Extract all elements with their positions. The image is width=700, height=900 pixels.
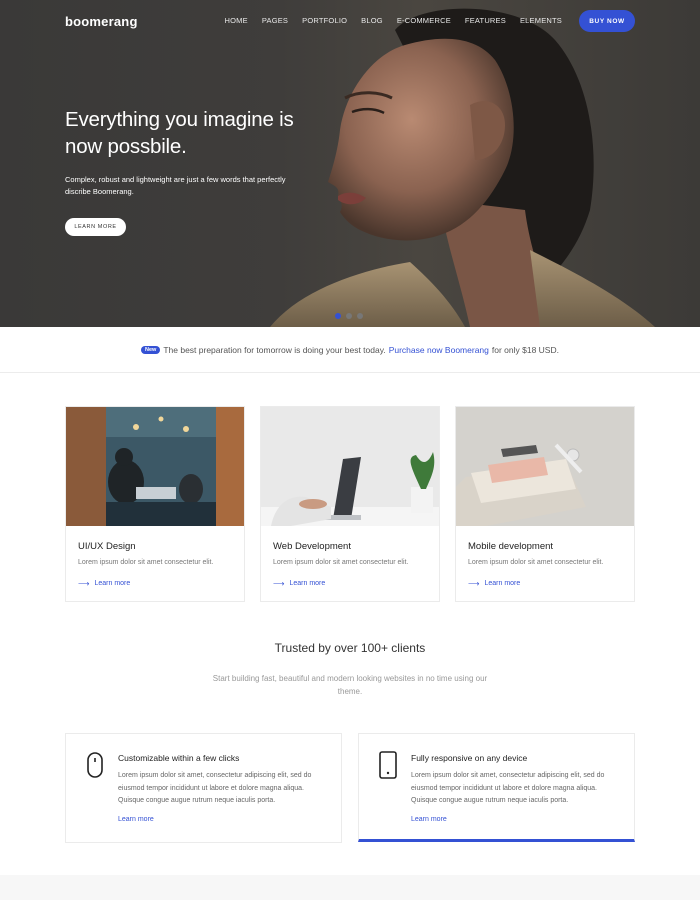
slider-dot[interactable] bbox=[346, 313, 352, 319]
feature-learn-more-link[interactable]: Learn more bbox=[118, 816, 154, 823]
nav-item-portfolio[interactable]: PORTFOLIO bbox=[302, 16, 347, 25]
hero-section: boomerang HOME PAGES PORTFOLIO BLOG E-CO… bbox=[0, 0, 700, 327]
slider-dots bbox=[335, 313, 363, 319]
card-title: Web Development bbox=[273, 541, 351, 552]
slider-dot[interactable] bbox=[335, 313, 341, 319]
promo-price-text: for only $18 USD. bbox=[491, 344, 559, 355]
feature-box-responsive: Fully responsive on any device Lorem ips… bbox=[358, 733, 635, 842]
promo-text: The best preparation for tomorrow is doi… bbox=[163, 344, 386, 355]
card-title: UI/UX Design bbox=[78, 541, 136, 552]
trusted-heading: Trusted by over 100+ clients bbox=[274, 641, 426, 655]
brand-logo[interactable]: boomerang bbox=[65, 14, 138, 29]
nav-item-elements[interactable]: ELEMENTS bbox=[520, 16, 562, 25]
feature-text: Lorem ipsum dolor sit amet, consectetur … bbox=[411, 772, 605, 804]
nav-item-pages[interactable]: PAGES bbox=[262, 16, 288, 25]
feature-title: Customizable within a few clicks bbox=[118, 753, 240, 763]
hero-subtitle: Complex, robust and lightweight are just… bbox=[65, 175, 286, 196]
card-link-label: Learn more bbox=[289, 580, 326, 587]
feature-learn-more-link[interactable]: Learn more bbox=[411, 816, 447, 823]
purchase-link[interactable]: Purchase now Boomerang bbox=[389, 345, 489, 355]
hero-title: Everything you imagine is now possbile. bbox=[65, 108, 294, 158]
nav-menu: HOME PAGES PORTFOLIO BLOG E-COMMERCE FEA… bbox=[211, 16, 562, 25]
nav-item-blog[interactable]: BLOG bbox=[361, 16, 383, 25]
feature-title: Fully responsive on any device bbox=[411, 753, 528, 763]
card-image-laptop bbox=[261, 407, 439, 526]
buy-now-button[interactable]: BUY NOW bbox=[579, 10, 635, 32]
footer-strip bbox=[0, 875, 700, 900]
card-learn-more-link[interactable]: ⟶ Learn more bbox=[273, 579, 325, 588]
arrow-right-icon: ⟶ bbox=[273, 579, 285, 588]
service-card-mobile: Mobile development Lorem ipsum dolor sit… bbox=[455, 406, 635, 602]
nav-item-features[interactable]: FEATURES bbox=[465, 16, 506, 25]
tablet-icon bbox=[379, 751, 397, 779]
card-text: Lorem ipsum dolor sit amet consectetur e… bbox=[78, 559, 214, 566]
hero-learn-more-button[interactable]: LEARN MORE bbox=[65, 218, 126, 236]
feature-text: Lorem ipsum dolor sit amet, consectetur … bbox=[118, 772, 312, 804]
card-image-cafe bbox=[66, 407, 244, 526]
card-link-label: Learn more bbox=[484, 580, 521, 587]
card-text: Lorem ipsum dolor sit amet consectetur e… bbox=[273, 559, 409, 566]
feature-box-customizable: Customizable within a few clicks Lorem i… bbox=[65, 733, 342, 843]
nav-item-ecommerce[interactable]: E-COMMERCE bbox=[397, 16, 451, 25]
arrow-right-icon: ⟶ bbox=[468, 579, 480, 588]
card-text: Lorem ipsum dolor sit amet consectetur e… bbox=[468, 559, 604, 566]
top-navbar: boomerang HOME PAGES PORTFOLIO BLOG E-CO… bbox=[0, 0, 700, 42]
service-card-uiux: UI/UX Design Lorem ipsum dolor sit amet … bbox=[65, 406, 245, 602]
mouse-icon bbox=[87, 752, 103, 778]
nav-item-home[interactable]: HOME bbox=[225, 16, 248, 25]
card-image-phone bbox=[456, 407, 634, 526]
arrow-right-icon: ⟶ bbox=[78, 579, 90, 588]
hero-portrait-image bbox=[270, 8, 655, 327]
promo-bar: New The best preparation for tomorrow is… bbox=[0, 327, 700, 373]
service-card-webdev: Web Development Lorem ipsum dolor sit am… bbox=[260, 406, 440, 602]
new-badge: New bbox=[141, 345, 161, 354]
card-link-label: Learn more bbox=[94, 580, 131, 587]
card-learn-more-link[interactable]: ⟶ Learn more bbox=[468, 579, 520, 588]
slider-dot[interactable] bbox=[357, 313, 363, 319]
card-learn-more-link[interactable]: ⟶ Learn more bbox=[78, 579, 130, 588]
card-title: Mobile development bbox=[468, 541, 554, 552]
trusted-subtitle: Start building fast, beautiful and moder… bbox=[212, 674, 488, 696]
